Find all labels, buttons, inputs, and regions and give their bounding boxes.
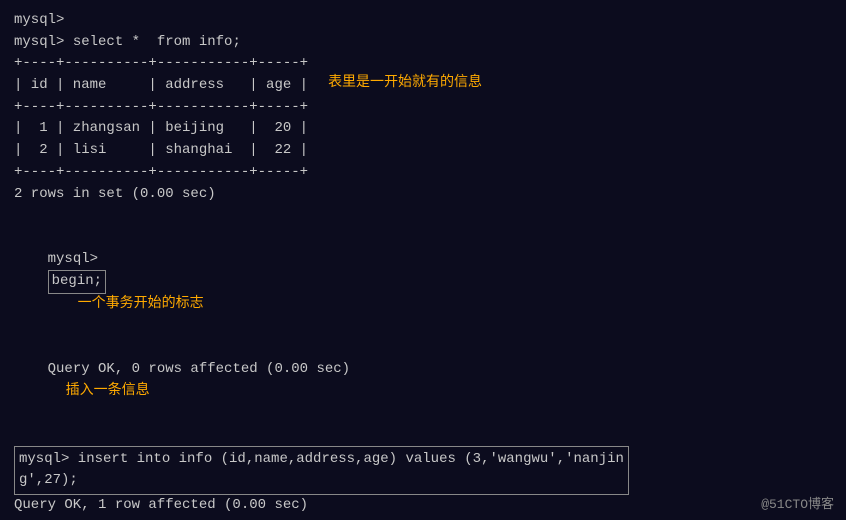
watermark: @51CTO博客 [761, 493, 834, 512]
table-bottom-border: +----+----------+-----------+-----+ [14, 162, 308, 184]
table-top-border: +----+----------+-----------+-----+ [14, 53, 308, 75]
select-command: select * from info; [73, 34, 241, 50]
begin-line: mysql> begin; 一个事务开始的标志 [14, 227, 832, 337]
terminal: mysql> mysql> select * from info; +----+… [0, 0, 846, 520]
select-cmd-line: mysql> select * from info; [14, 32, 832, 54]
table-annotation: 表里是一开始就有的信息 [328, 71, 482, 91]
table-header-row: | id | name | address | age | [14, 75, 308, 97]
rows-in-set: 2 rows in set (0.00 sec) [14, 184, 832, 206]
insert-line-1: mysql> insert into info (id,name,address… [19, 449, 624, 471]
insert-query-result: Query OK, 1 row affected (0.00 sec) [14, 495, 832, 517]
begin-query-result: Query OK, 0 rows affected (0.00 sec) 插入一… [14, 337, 832, 424]
table-sep-border: +----+----------+-----------+-----+ [14, 97, 308, 119]
prompt-begin: mysql> [48, 251, 98, 267]
table-with-annotation: +----+----------+-----------+-----+ | id… [14, 53, 832, 183]
begin-command-box: begin; [48, 270, 106, 294]
table-data-row-2: | 2 | lisi | shanghai | 22 | [14, 140, 308, 162]
insert-annotation: 插入一条信息 [66, 383, 150, 399]
prompt-1: mysql> [14, 12, 64, 28]
insert-line-2: g',27); [19, 470, 624, 492]
blank-1 [14, 205, 832, 227]
begin-annotation: 一个事务开始的标志 [78, 296, 204, 312]
insert-command-box: mysql> insert into info (id,name,address… [14, 446, 629, 495]
begin-query-text: Query OK, 0 rows affected (0.00 sec) [48, 361, 350, 377]
blank-2 [14, 424, 832, 446]
table-block: +----+----------+-----------+-----+ | id… [14, 53, 308, 183]
table-data-row-1: | 1 | zhangsan | beijing | 20 | [14, 118, 308, 140]
prompt-line-1: mysql> [14, 10, 832, 32]
